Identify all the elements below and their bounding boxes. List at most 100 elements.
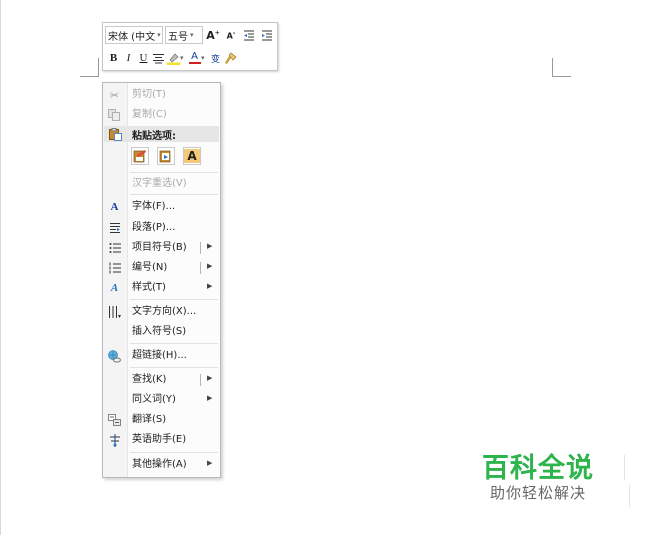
menu-item-text-direction[interactable]: 文字方向(X)... (103, 303, 220, 321)
page-margin-corner-left (80, 58, 99, 77)
chevron-down-icon: ▾ (157, 31, 161, 39)
decrease-indent-button[interactable] (241, 26, 257, 44)
chevron-down-icon: ▾ (190, 31, 194, 39)
bold-icon: B (109, 52, 118, 64)
page-left-edge (0, 0, 1, 535)
font-name-value: 宋体 (中文 (108, 31, 156, 43)
text-direction-icon (107, 305, 122, 319)
bold-button[interactable]: B (107, 49, 120, 67)
highlight-button[interactable] (167, 49, 180, 67)
submenu-arrow-icon: ▶ (207, 394, 213, 402)
center-align-icon (153, 53, 164, 63)
menu-item-label: 项目符号(B) (132, 242, 187, 253)
paste-merge-formatting-icon (159, 150, 171, 163)
english-assistant-icon (107, 433, 122, 447)
menu-item-label: 英语助手(E) (132, 434, 187, 445)
menu-item-label: 查找(K) (132, 374, 167, 385)
font-color-icon: A (188, 52, 201, 64)
menu-item-translate[interactable]: 翻译(S) (103, 411, 220, 429)
watermark-title: 百科全说 (482, 453, 594, 484)
numbering-icon (107, 261, 122, 275)
font-color-dropdown-icon[interactable]: ▾ (201, 54, 207, 62)
mini-toolbar-row-font: 宋体 (中文 ▾ 五号 ▾ A+ A- (105, 25, 275, 45)
menu-item-styles[interactable]: A 样式(T) ▶ (103, 279, 220, 297)
menu-separator (130, 299, 218, 300)
menu-item-paragraph[interactable]: 段落(P)... (103, 219, 220, 237)
menu-item-copy[interactable]: 复制(C) (103, 106, 220, 124)
menu-item-find[interactable]: 查找(K) ▶ (103, 371, 220, 389)
grow-font-icon: A+ (206, 28, 220, 42)
underline-button[interactable]: U (137, 49, 150, 67)
submenu-arrow-icon: ▶ (207, 374, 213, 382)
menu-item-font[interactable]: A 字体(F)... (103, 198, 220, 216)
font-size-value: 五号 (168, 31, 188, 43)
menu-item-label: 文字方向(X)... (132, 306, 197, 317)
bullets-icon (107, 241, 122, 255)
shrink-font-icon: A- (226, 29, 236, 41)
center-align-button[interactable] (152, 49, 165, 67)
menu-item-hyperlink[interactable]: 超链接(H)... (103, 347, 220, 365)
page-margin-corner-right (552, 58, 571, 77)
font-name-combo[interactable]: 宋体 (中文 ▾ (105, 26, 163, 44)
italic-icon: I (126, 52, 131, 64)
menu-item-label: 同义词(Y) (132, 394, 176, 405)
paste-options-label: 粘贴选项: (132, 131, 176, 142)
mini-toolbar-row-format: B I U ▾ A ▾ 变 (105, 48, 275, 68)
menu-item-english-assistant[interactable]: 英语助手(E) (103, 431, 220, 449)
menu-item-label: 字体(F)... (132, 201, 176, 212)
paragraph-icon (107, 221, 122, 235)
menu-item-other-actions[interactable]: 其他操作(A) ▶ (103, 456, 220, 474)
menu-item-insert-symbol[interactable]: 插入符号(S) (103, 323, 220, 341)
styles-icon: A (110, 282, 119, 294)
menu-item-synonyms[interactable]: 同义词(Y) ▶ (103, 391, 220, 409)
format-painter-icon (225, 52, 237, 64)
highlighter-icon (167, 53, 180, 65)
menu-item-label: 段落(P)... (132, 222, 176, 233)
highlight-dropdown-icon[interactable]: ▾ (180, 54, 186, 62)
menu-item-reconvert[interactable]: 汉字重选(V) (103, 175, 220, 193)
format-painter-button[interactable] (224, 49, 237, 67)
font-size-combo[interactable]: 五号 ▾ (165, 26, 203, 44)
font-icon: A (110, 201, 119, 213)
menu-item-label: 复制(C) (132, 109, 167, 120)
menu-item-numbering[interactable]: 编号(N) ▶ (103, 259, 220, 277)
menu-separator (130, 343, 218, 344)
phonetic-guide-button[interactable]: 变 (209, 49, 222, 67)
increase-indent-icon (262, 30, 272, 41)
menu-separator (130, 367, 218, 368)
split-divider (200, 242, 201, 254)
menu-item-cut[interactable]: ✂ 剪切(T) (103, 86, 220, 104)
mini-toolbar: 宋体 (中文 ▾ 五号 ▾ A+ A- B I U ▾ A ▾ 变 (102, 22, 278, 71)
page-edge-mark (624, 455, 625, 480)
submenu-arrow-icon: ▶ (207, 459, 213, 467)
split-divider (200, 374, 201, 386)
paste-keep-source-formatting-button[interactable] (131, 147, 149, 165)
page-edge-mark (629, 485, 630, 507)
paste-merge-formatting-button[interactable] (157, 147, 175, 165)
scissors-icon: ✂ (109, 88, 120, 102)
italic-button[interactable]: I (122, 49, 135, 67)
shrink-font-button[interactable]: A- (223, 26, 239, 44)
menu-item-label: 超链接(H)... (132, 350, 187, 361)
copy-icon (107, 108, 122, 122)
font-color-button[interactable]: A (188, 49, 201, 67)
menu-item-label: 样式(T) (132, 282, 166, 293)
menu-separator (130, 172, 218, 173)
submenu-arrow-icon: ▶ (207, 242, 213, 250)
phonetic-guide-icon: 变 (210, 54, 220, 65)
menu-item-label: 剪切(T) (132, 89, 166, 100)
menu-item-label: 汉字重选(V) (132, 178, 187, 189)
menu-separator (130, 194, 218, 195)
menu-item-label: 其他操作(A) (132, 459, 187, 470)
paste-keep-text-only-icon: A (184, 149, 200, 163)
menu-item-label: 翻译(S) (132, 414, 167, 425)
paste-icon (108, 127, 123, 141)
split-divider (200, 262, 201, 274)
menu-item-bullets[interactable]: 项目符号(B) ▶ (103, 239, 220, 257)
underline-icon: U (139, 52, 148, 64)
context-menu: ✂ 剪切(T) 复制(C) 粘贴选项: A 汉字重选(V) A 字体(F)...… (102, 82, 221, 478)
submenu-arrow-icon: ▶ (207, 282, 213, 290)
increase-indent-button[interactable] (259, 26, 275, 44)
paste-keep-text-only-button[interactable]: A (183, 147, 201, 165)
grow-font-button[interactable]: A+ (205, 26, 221, 44)
